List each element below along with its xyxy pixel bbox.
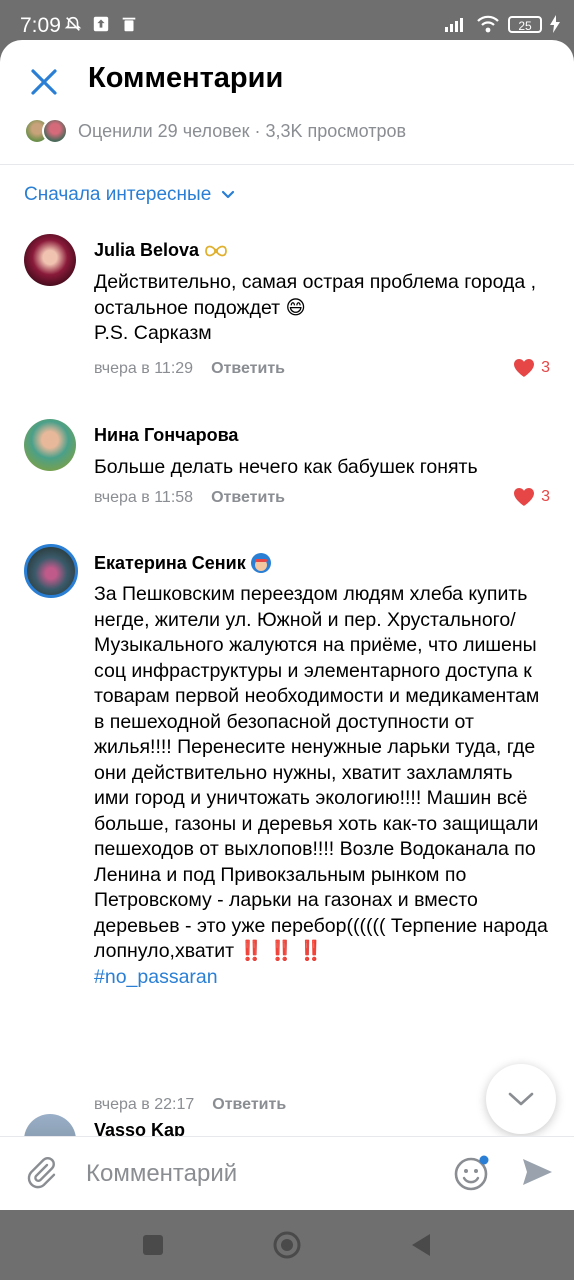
comment-item: Vasso Kap [0,1110,574,1136]
comment-author-row: Нина Гончарова [94,425,238,446]
stats-text: Оценили 29 человек · 3,3K просмотров [78,120,407,141]
chevron-down-icon [222,190,235,199]
wifi-icon [477,15,499,33]
sort-label: Сначала интересные [24,184,212,205]
hashtag-link[interactable]: #no_passaran [94,966,218,988]
scroll-down-button[interactable] [486,1064,556,1134]
avatar[interactable] [24,234,76,286]
comment-item: Екатерина Сеник За Пешковским переездом … [0,540,574,1113]
emoji-icon[interactable] [452,1153,492,1193]
status-icons-left [64,15,138,33]
comment-author[interactable]: Vasso Kap [94,1120,185,1136]
header: Комментарии [0,40,574,120]
avatar[interactable] [24,1114,76,1136]
chevron-down-icon [508,1092,534,1106]
comment-item: Нина Гончарова Больше делать нечего как … [0,415,574,525]
close-icon[interactable] [26,64,62,100]
trash-notification-icon [122,17,136,32]
page-title: Комментарии [88,62,284,94]
sticker-badge-icon [250,553,271,573]
bow-badge-icon [205,245,227,256]
upload-notification-icon [93,16,109,32]
like-button[interactable]: 3 [513,358,550,378]
comment-text: Действительно, самая острая проблема гор… [94,271,537,344]
like-count: 3 [541,488,550,505]
comment-author-row: Екатерина Сеник [94,552,272,574]
status-icons-right: 25 [444,14,560,34]
comment-item: Julia Belova Действительно, самая острая… [0,230,574,390]
comment-text: Больше делать нечего как бабушек гонять [94,456,478,478]
comment-author[interactable]: Julia Belova [94,240,199,261]
comment-author[interactable]: Екатерина Сеник [94,553,246,574]
reply-button[interactable]: Ответить [211,489,285,507]
back-icon[interactable] [406,1230,436,1260]
send-icon[interactable] [520,1155,554,1189]
liked-avatars[interactable] [24,118,68,144]
heart-icon [514,359,535,377]
avatar [42,118,68,144]
comment-input[interactable] [84,1155,428,1193]
comment-time: вчера в 11:29 [94,360,194,377]
avatar[interactable] [24,544,78,598]
comment-time: вчера в 11:58 [94,489,194,506]
comment-author[interactable]: Нина Гончарова [94,425,238,446]
comment-footer: вчера в 11:29 Ответить [94,360,285,378]
comment-body: За Пешковским переездом людям хлеба купи… [94,583,548,962]
paperclip-icon[interactable] [24,1155,58,1189]
comment-author-row: Julia Belova [94,240,229,261]
comment-text: За Пешковским переездом людям хлеба купи… [94,582,549,990]
home-icon[interactable] [272,1230,302,1260]
comment-input-bar [0,1136,574,1210]
system-nav-bar [0,1210,574,1280]
sort-dropdown[interactable]: Сначала интересные [24,184,235,206]
heart-icon [514,488,535,506]
signal-icon [445,18,463,32]
reply-button[interactable]: Ответить [211,360,285,378]
battery-level: 25 [518,18,532,33]
muted-bell-icon [64,16,82,31]
comment-author-row: Vasso Kap [94,1120,185,1136]
comment-footer: вчера в 11:58 Ответить [94,489,285,507]
divider [0,164,574,165]
post-stats: Оценили 29 человек · 3,3K просмотров [24,116,406,146]
like-count: 3 [541,359,550,376]
comments-sheet: Комментарии Оценили 29 человек · 3,3K пр… [0,40,574,1210]
status-time: 7:09 [20,14,61,37]
recent-apps-icon[interactable] [138,1230,168,1260]
like-button[interactable]: 3 [513,487,550,507]
charging-icon [550,15,560,33]
battery-icon: 25 [508,15,542,33]
avatar[interactable] [24,419,76,471]
